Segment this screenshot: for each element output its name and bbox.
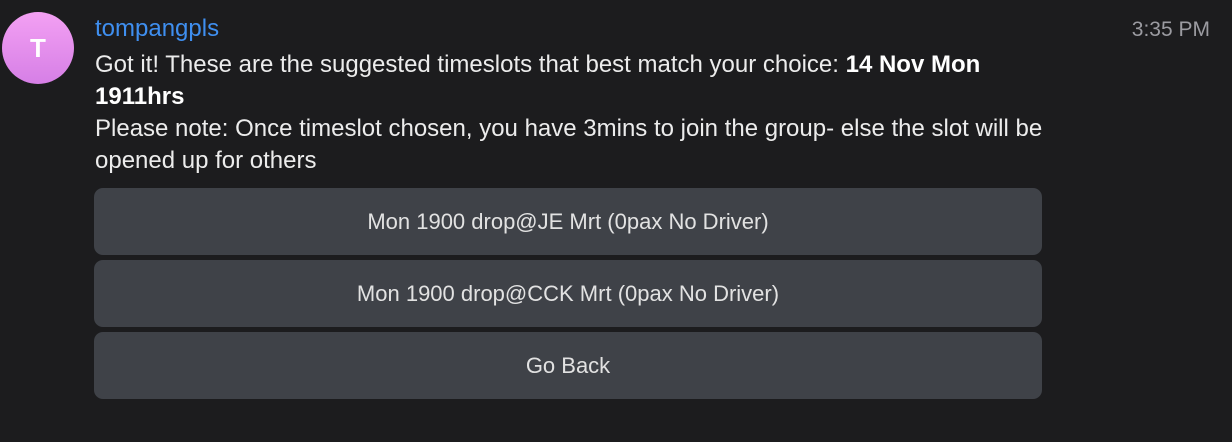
chat-message: T tompangpls 3:35 PM Got it! These are t… [0, 0, 1232, 442]
message-line-1-text: Got it! These are the suggested timeslot… [95, 51, 846, 78]
go-back-button[interactable]: Go Back [94, 332, 1042, 399]
message-line-2: Please note: Once timeslot chosen, you h… [95, 115, 1043, 174]
avatar-letter: T [30, 32, 46, 63]
timeslot-button-cck-mrt[interactable]: Mon 1900 drop@CCK Mrt (0pax No Driver) [94, 260, 1042, 327]
sender-name[interactable]: tompangpls [95, 14, 219, 44]
message-timestamp: 3:35 PM [1131, 18, 1210, 41]
message-text: Got it! These are the suggested timeslot… [95, 49, 1055, 177]
message-line-1: Got it! These are the suggested timeslot… [95, 49, 1055, 113]
inline-keyboard: Mon 1900 drop@JE Mrt (0pax No Driver) Mo… [94, 188, 1042, 404]
avatar[interactable]: T [2, 12, 74, 84]
timeslot-button-je-mrt[interactable]: Mon 1900 drop@JE Mrt (0pax No Driver) [94, 188, 1042, 255]
